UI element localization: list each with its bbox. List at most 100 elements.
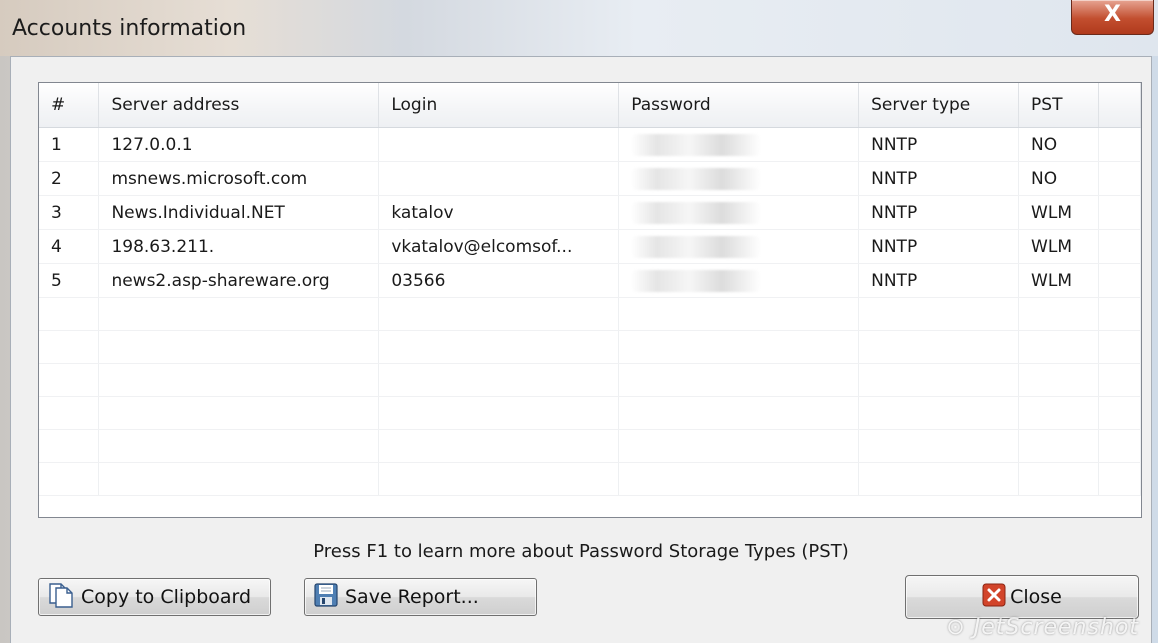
cell-pst: WLM — [1018, 229, 1099, 264]
empty-table-row — [39, 462, 1141, 496]
column-header-pst[interactable]: PST — [1018, 83, 1099, 128]
cell-filler — [1098, 229, 1141, 264]
cell-pst: NO — [1018, 127, 1099, 162]
cell-login — [378, 161, 620, 196]
cell-filler — [1098, 195, 1141, 230]
cell-server-address: msnews.microsoft.com — [98, 161, 380, 196]
empty-cell — [98, 396, 380, 430]
empty-cell — [1098, 330, 1141, 364]
empty-cell — [1018, 429, 1099, 463]
empty-cell — [618, 363, 860, 397]
cell-pst: WLM — [1018, 195, 1099, 230]
accounts-table[interactable]: # Server address Login Password Server t… — [38, 82, 1142, 518]
cell-password — [618, 229, 860, 264]
column-header-server-type[interactable]: Server type — [858, 83, 1020, 128]
empty-cell — [618, 396, 860, 430]
cell-num: 5 — [39, 263, 100, 298]
empty-cell — [1098, 462, 1141, 496]
close-icon: X — [1104, 2, 1121, 27]
cell-login: 03566 — [378, 263, 620, 298]
cell-pst: NO — [1018, 161, 1099, 196]
empty-table-row — [39, 429, 1141, 463]
column-header-server-address[interactable]: Server address — [98, 83, 380, 128]
cell-pst: WLM — [1018, 263, 1099, 298]
close-label: Close — [1010, 586, 1062, 608]
empty-cell — [858, 396, 1020, 430]
empty-cell — [98, 462, 380, 496]
empty-cell — [39, 363, 100, 397]
empty-cell — [1018, 462, 1099, 496]
empty-cell — [378, 462, 620, 496]
jetscreenshot-watermark: ⊙ JetScreenshot — [946, 615, 1139, 640]
dialog-client-area: # Server address Login Password Server t… — [10, 56, 1152, 643]
empty-cell — [1018, 297, 1099, 331]
cell-password — [618, 195, 860, 230]
empty-cell — [378, 363, 620, 397]
empty-cell — [1098, 363, 1141, 397]
window-close-button[interactable]: X — [1071, 0, 1154, 35]
cell-server-type: NNTP — [858, 263, 1020, 298]
empty-cell — [98, 429, 380, 463]
empty-cell — [618, 330, 860, 364]
column-header-filler — [1098, 83, 1141, 128]
empty-cell — [1098, 429, 1141, 463]
cell-login: vkatalov@elcomsof... — [378, 229, 620, 264]
copy-icon — [47, 582, 75, 613]
masked-password — [631, 133, 762, 156]
empty-table-row — [39, 396, 1141, 430]
table-row[interactable]: 1 127.0.0.1 NNTP NO — [39, 127, 1141, 162]
table-body: 1 127.0.0.1 NNTP NO 2 msnews.microsoft.com NNT… — [39, 127, 1141, 496]
empty-cell — [618, 429, 860, 463]
column-header-password[interactable]: Password — [618, 83, 860, 128]
cell-num: 4 — [39, 229, 100, 264]
empty-cell — [39, 330, 100, 364]
masked-password — [631, 269, 762, 292]
cell-login: katalov — [378, 195, 620, 230]
empty-cell — [98, 297, 380, 331]
cell-server-address: News.Individual.NET — [98, 195, 380, 230]
title-bar[interactable]: Accounts information X — [0, 0, 1158, 56]
empty-cell — [1018, 330, 1099, 364]
empty-cell — [858, 462, 1020, 496]
cell-server-address: 127.0.0.1 — [98, 127, 380, 162]
empty-cell — [1018, 363, 1099, 397]
table-row[interactable]: 3 News.Individual.NET katalov NNTP WLM — [39, 195, 1141, 230]
empty-cell — [39, 297, 100, 331]
table-header-row: # Server address Login Password Server t… — [39, 83, 1141, 128]
cell-server-type: NNTP — [858, 195, 1020, 230]
empty-cell — [858, 363, 1020, 397]
cell-password — [618, 161, 860, 196]
empty-cell — [378, 429, 620, 463]
close-button[interactable]: Close — [905, 575, 1139, 619]
cell-server-type: NNTP — [858, 127, 1020, 162]
cell-server-address: news2.asp-shareware.org — [98, 263, 380, 298]
column-header-num[interactable]: # — [39, 83, 100, 128]
empty-cell — [1098, 396, 1141, 430]
table-row[interactable]: 4 198.63.211. vkatalov@elcomsof... NNTP WLM — [39, 229, 1141, 264]
empty-cell — [858, 330, 1020, 364]
copy-to-clipboard-button[interactable]: Copy to Clipboard — [38, 578, 271, 616]
empty-cell — [378, 396, 620, 430]
empty-table-row — [39, 297, 1141, 331]
accounts-information-window: Accounts information X # Server address … — [0, 0, 1158, 643]
table-row[interactable]: 2 msnews.microsoft.com NNTP NO — [39, 161, 1141, 196]
cell-login — [378, 127, 620, 162]
cell-filler — [1098, 127, 1141, 162]
empty-cell — [858, 297, 1020, 331]
pst-help-text: Press F1 to learn more about Password St… — [313, 541, 849, 562]
cell-filler — [1098, 161, 1141, 196]
masked-password — [631, 201, 762, 224]
empty-cell — [1018, 396, 1099, 430]
save-report-button[interactable]: Save Report... — [304, 578, 537, 616]
cell-server-address: 198.63.211. — [98, 229, 380, 264]
column-header-login[interactable]: Login — [378, 83, 620, 128]
empty-cell — [39, 462, 100, 496]
empty-table-row — [39, 363, 1141, 397]
table-row[interactable]: 5 news2.asp-shareware.org 03566 NNTP WLM — [39, 263, 1141, 298]
close-red-x-icon — [982, 583, 1006, 612]
empty-cell — [1098, 297, 1141, 331]
masked-password — [631, 235, 762, 258]
empty-cell — [39, 429, 100, 463]
copy-to-clipboard-label: Copy to Clipboard — [81, 586, 252, 608]
cell-num: 1 — [39, 127, 100, 162]
